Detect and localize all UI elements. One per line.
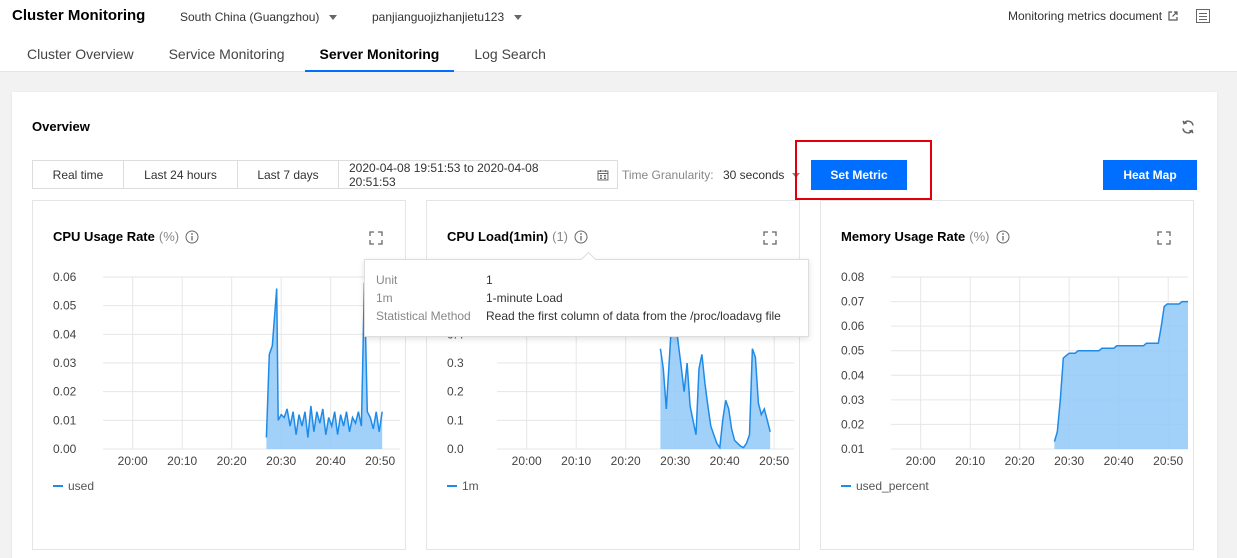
tooltip-key: Unit <box>376 273 398 287</box>
y-tick-label: 0.01 <box>841 442 865 456</box>
legend-label: used_percent <box>856 479 929 493</box>
chart-legend[interactable]: used <box>53 479 94 493</box>
tooltip-value: 1 <box>486 273 493 287</box>
legend-label: used <box>68 479 95 493</box>
y-tick-label: 0.07 <box>841 295 865 309</box>
tooltip-key: 1m <box>376 291 393 305</box>
y-tick-label: 0.06 <box>53 270 77 284</box>
date-range-value: 2020-04-08 19:51:53 to 2020-04-08 20:51:… <box>349 160 539 189</box>
x-tick-label: 20:50 <box>759 454 789 468</box>
region-select[interactable]: South China (Guangzhou) <box>180 10 338 24</box>
list-menu-icon[interactable] <box>1196 9 1210 23</box>
refresh-icon[interactable] <box>1180 119 1196 135</box>
x-tick-label: 20:20 <box>1005 454 1035 468</box>
x-tick-label: 20:40 <box>316 454 346 468</box>
cpu-usage-chart: 0.00 0.01 0.02 0.03 0.04 0.05 0.06 20:00 20:10 20… <box>53 270 400 468</box>
granularity-select[interactable]: 30 seconds <box>723 168 801 182</box>
y-tick-label: 0.06 <box>841 319 865 333</box>
top-bar: Cluster Monitoring South China (Guangzho… <box>0 0 1237 72</box>
legend-swatch <box>841 485 851 487</box>
app-title: Cluster Monitoring <box>12 7 146 24</box>
time-range-toolbar: Real time Last 24 hours Last 7 days 2020… <box>32 160 618 189</box>
chevron-down-icon <box>792 172 801 178</box>
tooltip-row: Unit 1 <box>376 273 493 287</box>
chart-legend[interactable]: 1m <box>447 479 479 493</box>
x-tick-label: 20:30 <box>660 454 690 468</box>
granularity-label: Time Granularity: <box>622 168 714 182</box>
y-tick-label: 0.08 <box>841 270 865 284</box>
metrics-doc-link-label: Monitoring metrics document <box>1008 9 1163 23</box>
y-tick-label: 0.04 <box>841 368 865 382</box>
x-tick-label: 20:10 <box>167 454 197 468</box>
chevron-down-icon <box>329 14 338 20</box>
x-tick-label: 20:40 <box>1104 454 1134 468</box>
legend-swatch <box>53 485 63 487</box>
legend-swatch <box>447 485 457 487</box>
x-tick-label: 20:10 <box>561 454 591 468</box>
y-tick-label: 0.00 <box>53 442 77 456</box>
x-tick-label: 20:30 <box>1054 454 1084 468</box>
cluster-select-value: panjianguojizhanjietu123 <box>372 10 505 24</box>
tab-label: Server Monitoring <box>319 46 440 62</box>
x-tick-label: 20:50 <box>1153 454 1183 468</box>
series-area <box>1054 301 1188 449</box>
y-tick-label: 0.2 <box>447 385 464 399</box>
tab-label: Cluster Overview <box>27 46 134 62</box>
y-tick-label: 0.03 <box>841 393 865 407</box>
x-tick-label: 20:30 <box>266 454 296 468</box>
region-select-value: South China (Guangzhou) <box>180 10 320 24</box>
tab-label: Service Monitoring <box>168 46 285 62</box>
x-tick-label: 20:20 <box>217 454 247 468</box>
x-tick-label: 20:00 <box>118 454 148 468</box>
y-tick-label: 0.03 <box>53 356 77 370</box>
y-tick-label: 0.01 <box>53 413 77 427</box>
x-tick-label: 20:10 <box>955 454 985 468</box>
tooltip-value: 1-minute Load <box>486 291 563 305</box>
y-tick-label: 0.02 <box>53 385 77 399</box>
y-tick-label: 0.05 <box>841 344 865 358</box>
date-range-picker[interactable]: 2020-04-08 19:51:53 to 2020-04-08 20:51:… <box>338 160 618 189</box>
memory-usage-chart: 0.01 0.02 0.03 0.04 0.05 0.06 0.07 0.08 20:00 20:… <box>841 270 1188 468</box>
x-tick-label: 20:50 <box>365 454 395 468</box>
tab-label: Log Search <box>474 46 546 62</box>
chart-legend[interactable]: used_percent <box>841 479 929 493</box>
realtime-button[interactable]: Real time <box>32 160 124 189</box>
section-title: Overview <box>32 119 90 134</box>
tooltip-key: Statistical Method <box>376 309 471 323</box>
granularity-value: 30 seconds <box>723 168 785 182</box>
x-tick-label: 20:00 <box>512 454 542 468</box>
tab-service-monitoring[interactable]: Service Monitoring <box>154 40 300 72</box>
x-tick-label: 20:00 <box>906 454 936 468</box>
cpu-load-card: CPU Load(1min) (1) 0.00.10.20.30.40.50.6… <box>426 200 800 550</box>
cluster-select[interactable]: panjianguojizhanjietu123 <box>372 10 523 24</box>
chevron-down-icon <box>514 14 523 20</box>
tab-cluster-overview[interactable]: Cluster Overview <box>12 40 149 72</box>
calendar-icon <box>597 169 609 180</box>
tooltip-value: Read the first column of data from the /… <box>486 309 781 323</box>
x-tick-label: 20:40 <box>710 454 740 468</box>
legend-label: 1m <box>462 479 479 493</box>
tab-log-search[interactable]: Log Search <box>459 40 561 72</box>
tooltip-row: 1m 1-minute Load <box>376 291 563 305</box>
last-7-days-button[interactable]: Last 7 days <box>237 160 339 189</box>
tab-server-monitoring[interactable]: Server Monitoring <box>304 40 455 72</box>
last-24-hours-button[interactable]: Last 24 hours <box>123 160 238 189</box>
metrics-doc-link[interactable]: Monitoring metrics document <box>1008 9 1178 23</box>
x-tick-label: 20:20 <box>611 454 641 468</box>
y-tick-label: 0.02 <box>841 417 865 431</box>
set-metric-button[interactable]: Set Metric <box>811 160 907 190</box>
y-tick-label: 0.1 <box>447 413 464 427</box>
heat-map-button[interactable]: Heat Map <box>1103 160 1197 190</box>
main-tabs: Cluster Overview Service Monitoring Serv… <box>12 40 561 72</box>
y-tick-label: 0.3 <box>447 356 464 370</box>
external-link-icon <box>1168 11 1178 21</box>
metric-info-tooltip: Unit 1 1m 1-minute Load Statistical Meth… <box>364 259 809 337</box>
y-tick-label: 0.04 <box>53 327 77 341</box>
y-tick-label: 0.05 <box>53 299 77 313</box>
memory-usage-card: Memory Usage Rate (%) 0.01 0.02 0.03 0.04 0.… <box>820 200 1194 550</box>
tooltip-row: Statistical Method Read the first column… <box>376 309 781 323</box>
y-tick-label: 0.0 <box>447 442 464 456</box>
cpu-usage-card: CPU Usage Rate (%) 0.00 0.01 0.02 0.03 0.04 0… <box>32 200 406 550</box>
